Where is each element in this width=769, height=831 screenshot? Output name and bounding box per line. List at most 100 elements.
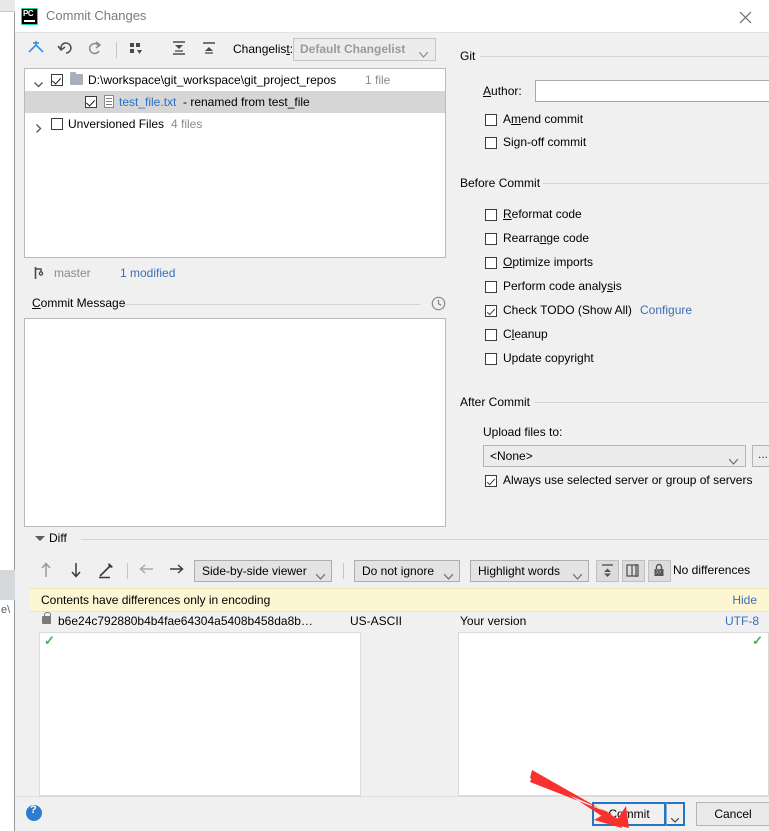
commit-message-divider bbox=[119, 304, 420, 305]
edit-source-icon[interactable] bbox=[97, 561, 119, 581]
before-commit-divider bbox=[543, 183, 769, 184]
upload-server-combobox[interactable]: <None> bbox=[483, 445, 746, 467]
close-icon[interactable] bbox=[723, 0, 769, 32]
repo-checkbox[interactable] bbox=[51, 74, 63, 86]
unversioned-checkbox[interactable] bbox=[51, 118, 63, 130]
viewer-mode-combobox[interactable]: Side-by-side viewer bbox=[194, 560, 332, 582]
perform-code-analysis-label: Perform code analysis bbox=[503, 279, 622, 293]
next-difference-icon[interactable] bbox=[68, 561, 90, 581]
diff-toolbar: Side-by-side viewer Do not ignore Highli… bbox=[30, 557, 769, 585]
group-by-icon[interactable] bbox=[127, 40, 149, 60]
optimize-imports-label: Optimize imports bbox=[503, 255, 594, 269]
after-commit-section-title: After Commit bbox=[460, 395, 531, 409]
checkmark-icon: ✓ bbox=[44, 633, 55, 648]
diff-toolbar-separator bbox=[127, 563, 128, 579]
amend-commit-box bbox=[485, 114, 497, 126]
tree-row-repo[interactable]: D:\workspace\git_workspace\git_project_r… bbox=[25, 69, 445, 91]
viewer-mode-value: Side-by-side viewer bbox=[202, 564, 307, 578]
update-copyright-label: Update copyright bbox=[503, 351, 594, 365]
show-diff-icon[interactable] bbox=[27, 40, 49, 60]
changelist-combobox[interactable]: Default Changelist bbox=[293, 38, 436, 61]
collapse-unchanged-icon[interactable] bbox=[596, 560, 619, 582]
repo-file-count: 1 file bbox=[365, 73, 391, 87]
git-section-title: Git bbox=[460, 49, 476, 63]
commit-message-header: Commit Message bbox=[24, 296, 446, 314]
whitespace-value: Do not ignore bbox=[362, 564, 435, 578]
clock-icon[interactable] bbox=[431, 296, 446, 314]
diff-viewer: ✓ ✓ bbox=[30, 632, 769, 796]
background-window-tab bbox=[0, 570, 15, 600]
git-branch-icon bbox=[33, 266, 45, 283]
amend-commit-label: Amend commit bbox=[503, 112, 584, 126]
triangle-down-icon[interactable] bbox=[35, 536, 45, 541]
upload-server-value: <None> bbox=[490, 449, 533, 463]
file-checkbox[interactable] bbox=[85, 96, 97, 108]
changed-files-tree[interactable]: D:\workspace\git_workspace\git_project_r… bbox=[24, 68, 446, 258]
signoff-commit-label: Sign-off commit bbox=[503, 135, 587, 149]
diff-section-divider bbox=[81, 539, 769, 540]
chevron-down-icon bbox=[315, 569, 326, 583]
chevron-right-icon[interactable] bbox=[33, 119, 44, 133]
accept-left-icon[interactable] bbox=[138, 561, 160, 581]
author-label: Author: bbox=[483, 84, 522, 98]
collapse-all-icon[interactable] bbox=[200, 40, 222, 60]
branch-bar: master 1 modified bbox=[24, 264, 446, 284]
background-window: e\ bbox=[0, 0, 15, 831]
browse-servers-button[interactable]: ... bbox=[752, 445, 769, 467]
chevron-down-icon bbox=[670, 812, 680, 826]
hide-banner-link[interactable]: Hide bbox=[732, 593, 757, 607]
diff-file-header: b6e24c792880b4b4fae64304a5408b458da8b… U… bbox=[30, 612, 769, 632]
accept-right-icon[interactable] bbox=[167, 561, 189, 581]
background-window-titlebar bbox=[0, 0, 15, 12]
diff-section-label: Diff bbox=[49, 531, 67, 545]
configure-todo-link[interactable]: Configure bbox=[640, 303, 692, 317]
upload-files-label: Upload files to: bbox=[483, 425, 563, 439]
commit-message-input[interactable] bbox=[24, 318, 446, 527]
commit-button[interactable]: Commit bbox=[592, 802, 666, 826]
branch-name: master bbox=[54, 266, 91, 280]
chevron-down-icon bbox=[418, 47, 429, 61]
revert-icon[interactable] bbox=[57, 40, 79, 60]
optimize-imports-box bbox=[485, 257, 497, 269]
rearrange-code-box bbox=[485, 233, 497, 245]
expand-all-icon[interactable] bbox=[170, 40, 192, 60]
previous-difference-icon[interactable] bbox=[38, 561, 60, 581]
perform-code-analysis-box bbox=[485, 281, 497, 293]
changelist-value: Default Changelist bbox=[300, 42, 406, 56]
whitespace-combobox[interactable]: Do not ignore bbox=[354, 560, 460, 582]
chevron-down-icon bbox=[443, 569, 454, 583]
help-button[interactable] bbox=[26, 804, 42, 821]
dialog-button-bar: https://blog.csdn.net/luckbill Commit Ca… bbox=[15, 796, 769, 831]
git-section-divider bbox=[480, 56, 769, 57]
left-version-name: b6e24c792880b4b4fae64304a5408b458da8b… bbox=[58, 614, 313, 628]
encoding-banner-message: Contents have differences only in encodi… bbox=[41, 593, 271, 607]
highlight-combobox[interactable]: Highlight words bbox=[470, 560, 589, 582]
chevron-down-icon[interactable] bbox=[33, 75, 44, 88]
folder-icon bbox=[70, 72, 83, 85]
cancel-button[interactable]: Cancel bbox=[696, 802, 769, 826]
unversioned-count: 4 files bbox=[171, 117, 203, 131]
diff-pane-left[interactable]: ✓ bbox=[39, 632, 361, 796]
diff-toolbar-separator-2 bbox=[343, 563, 344, 579]
text-file-icon bbox=[104, 95, 114, 108]
unversioned-label: Unversioned Files bbox=[68, 117, 165, 131]
synchronize-scrolling-icon[interactable] bbox=[622, 560, 645, 582]
reformat-code-label: Reformat code bbox=[503, 207, 582, 221]
toolbar-overflow-icon[interactable]: » bbox=[655, 564, 662, 578]
tree-row-file[interactable]: test_file.txt - renamed from test_file bbox=[25, 91, 445, 113]
check-todo-label: Check TODO (Show All) bbox=[503, 303, 632, 317]
commit-changes-dialog: Commit Changes bbox=[15, 0, 769, 831]
commit-dropdown-button[interactable] bbox=[666, 802, 685, 826]
chevron-down-icon bbox=[728, 454, 739, 468]
tree-row-unversioned[interactable]: Unversioned Files 4 files bbox=[25, 113, 445, 135]
signoff-commit-box bbox=[485, 137, 497, 149]
diff-section-header: Diff bbox=[24, 531, 769, 547]
lock-icon bbox=[42, 612, 51, 624]
refresh-icon[interactable] bbox=[86, 40, 108, 60]
highlight-value: Highlight words bbox=[478, 564, 561, 578]
toolbar-separator bbox=[116, 42, 117, 58]
author-input[interactable] bbox=[535, 80, 769, 102]
diff-pane-right[interactable]: ✓ bbox=[458, 632, 769, 796]
modified-count[interactable]: 1 modified bbox=[120, 266, 175, 280]
right-version-encoding[interactable]: UTF-8 bbox=[725, 614, 759, 628]
